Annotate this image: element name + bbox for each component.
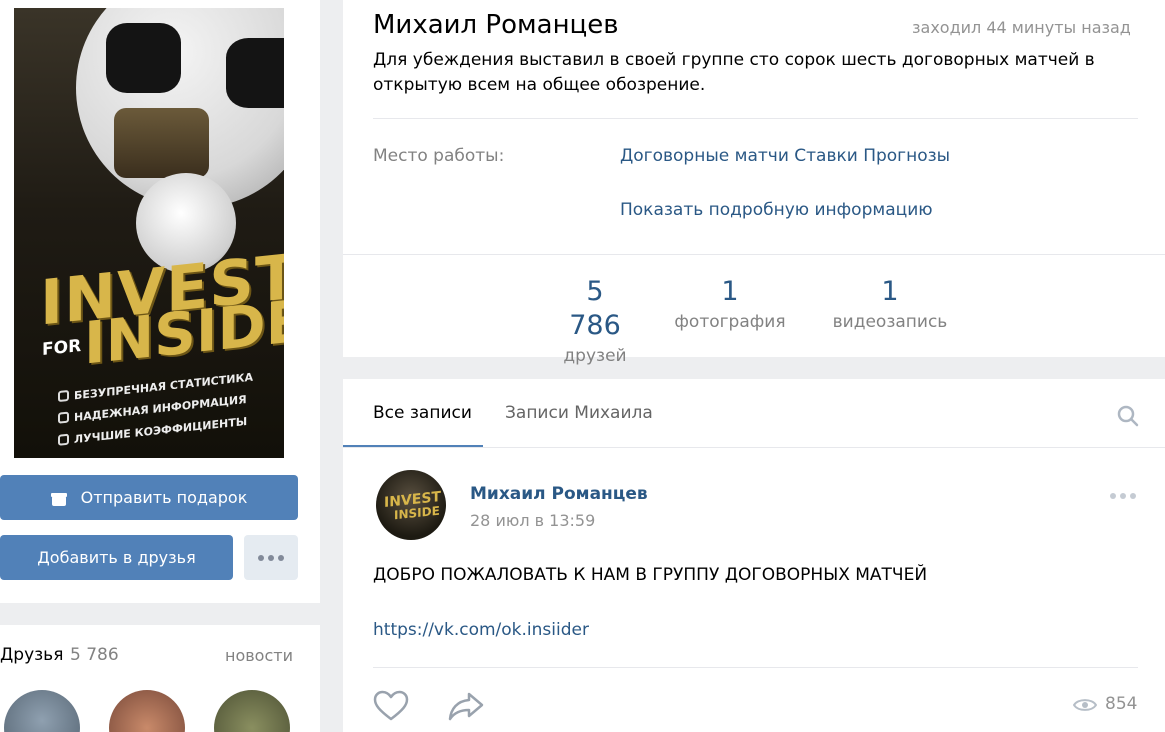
- more-actions-button[interactable]: [244, 535, 298, 580]
- work-link[interactable]: Договорные матчи Ставки Прогнозы: [620, 146, 950, 166]
- post-link[interactable]: https://vk.com/ok.insiider: [373, 620, 589, 640]
- add-friend-label: Добавить в друзья: [37, 548, 196, 567]
- post-author-avatar[interactable]: INVEST INSIDE: [376, 470, 446, 540]
- gift-icon: [50, 490, 67, 506]
- share-arrow-icon[interactable]: [447, 690, 485, 722]
- counter-videos[interactable]: 1 видеозапись: [826, 275, 954, 335]
- counter-value: 1: [721, 276, 739, 307]
- counter-value: 1: [881, 276, 899, 307]
- avatar-money-graphic: [114, 108, 209, 178]
- add-friend-button[interactable]: Добавить в друзья: [0, 535, 233, 580]
- work-label: Место работы:: [373, 146, 505, 166]
- tab-all-posts[interactable]: Все записи: [373, 403, 472, 423]
- post-menu-button[interactable]: [1110, 493, 1136, 499]
- eye-icon: [1073, 699, 1097, 711]
- post-text: ДОБРО ПОЖАЛОВАТЬ К НАМ В ГРУППУ ДОГОВОРН…: [373, 565, 928, 585]
- last-seen-status: заходил 44 минуты назад: [912, 18, 1131, 37]
- counter-value: 5 786: [569, 276, 621, 341]
- friends-count: 5 786: [70, 645, 119, 665]
- send-gift-label: Отправить подарок: [80, 488, 248, 507]
- profile-status-text: Для убеждения выставил в своей группе ст…: [373, 50, 1095, 95]
- wall-card: [343, 379, 1165, 732]
- avatar-logo-for: FOR: [42, 335, 82, 361]
- post-date[interactable]: 28 июл в 13:59: [470, 511, 595, 530]
- profile-name: Михаил Романцев: [373, 10, 619, 40]
- friends-news-link[interactable]: новости: [225, 646, 293, 665]
- counter-photos[interactable]: 1 фотография: [670, 275, 790, 335]
- counter-label: видеозапись: [832, 312, 948, 332]
- tab-owner-posts[interactable]: Записи Михаила: [505, 403, 653, 423]
- heart-icon[interactable]: [373, 690, 409, 722]
- active-tab-indicator: [343, 445, 483, 447]
- search-icon[interactable]: [1117, 405, 1139, 427]
- counter-label: фотография: [674, 312, 786, 332]
- counter-friends[interactable]: 5 786 друзей: [560, 275, 630, 369]
- more-dots-icon: [258, 554, 284, 561]
- counter-label: друзей: [563, 346, 627, 366]
- more-dots-icon: [1110, 493, 1136, 499]
- divider: [373, 118, 1138, 119]
- divider: [343, 254, 1165, 255]
- views-count: 854: [1105, 694, 1138, 714]
- post-author-name[interactable]: Михаил Романцев: [470, 484, 648, 504]
- friends-title[interactable]: Друзья: [0, 645, 63, 665]
- profile-avatar[interactable]: INVEST FOR INSIDE БЕЗУПРЕЧНАЯ СТАТИСТИКА…: [14, 8, 284, 458]
- send-gift-button[interactable]: Отправить подарок: [0, 475, 298, 520]
- show-details-link[interactable]: Показать подробную информацию: [620, 200, 933, 220]
- divider: [373, 667, 1138, 668]
- divider: [343, 447, 1165, 448]
